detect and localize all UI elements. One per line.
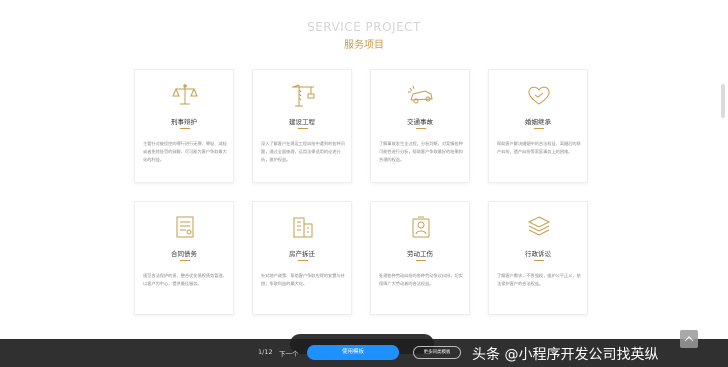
title-underline bbox=[416, 260, 426, 261]
title-underline bbox=[534, 260, 544, 261]
service-title: 建设工程 bbox=[289, 118, 315, 126]
section-title-en: SERVICE PROJECT bbox=[307, 20, 421, 34]
section-header: SERVICE PROJECT 服务项目 bbox=[0, 20, 728, 51]
title-underline bbox=[416, 128, 426, 129]
back-to-top-button[interactable] bbox=[680, 330, 698, 348]
next-button[interactable]: 下一个 bbox=[279, 348, 299, 358]
service-desc: 了解客户需求，不畏强权，维护公平正义，依法保护客户的合法权益。 bbox=[497, 273, 581, 286]
service-desc: 主要针对被侦控的罪行进行无罪、罪轻、减轻或者免除处罚的辩解，尽可能为客户争取最大… bbox=[143, 141, 227, 162]
more-templates-button[interactable]: 更多同类模板 bbox=[413, 346, 461, 359]
heart-hands-icon bbox=[525, 82, 553, 108]
service-title: 劳动工伤 bbox=[407, 250, 433, 258]
service-card[interactable]: 刑事辩护 主要针对被侦控的罪行进行无罪、罪轻、减轻或者免除处罚的辩解，尽可能为客… bbox=[134, 69, 234, 183]
title-underline bbox=[298, 128, 308, 129]
section-title-cn: 服务项目 bbox=[344, 40, 384, 51]
service-desc: 了解事故发生全过程，分析判断，对案情各种可能性进行分析，帮助客户争取最好的结果和… bbox=[379, 141, 463, 162]
service-title: 行政诉讼 bbox=[525, 250, 551, 258]
crane-icon bbox=[289, 82, 317, 108]
service-desc: 针对地产政策、帮助客户争取应得的安置与补偿，争取利益的最大化。 bbox=[261, 273, 345, 286]
bottom-toolbar: 1/12 下一个 使用模板 更多同类模板 头条 @小程序开发公司找英纵 bbox=[0, 339, 728, 367]
service-card[interactable]: 婚姻继承 帮助客户解决婚姻中的合法权益、离婚后的财产纠纷、遗产纠纷等家庭事务上的… bbox=[488, 69, 588, 183]
service-title: 交通事故 bbox=[407, 118, 433, 126]
page-indicator: 1/12 bbox=[258, 348, 273, 356]
service-card[interactable]: 合同债务 规范合法保护的债、整合优化债权债务管理，以客户为中心，提供最佳服务。 bbox=[134, 201, 234, 315]
service-card[interactable]: 房产拆迁 针对地产政策、帮助客户争取应得的安置与补偿，争取利益的最大化。 bbox=[252, 201, 352, 315]
service-desc: 深入了解客户在建设工程纠纷中遇到的各种问题，通过全面梳理，运用法律适用的论述分析… bbox=[261, 141, 345, 162]
service-title: 婚姻继承 bbox=[525, 118, 551, 126]
service-title: 合同债务 bbox=[171, 250, 197, 258]
title-underline bbox=[180, 128, 190, 129]
contract-icon bbox=[171, 214, 199, 240]
service-card[interactable]: 行政诉讼 了解客户需求，不畏强权，维护公平正义，依法保护客户的合法权益。 bbox=[488, 201, 588, 315]
service-card[interactable]: 交通事故 了解事故发生全过程，分析判断，对案情各种可能性进行分析，帮助客户争取最… bbox=[370, 69, 470, 183]
service-title: 刑事辩护 bbox=[171, 118, 197, 126]
service-title: 房产拆迁 bbox=[289, 250, 315, 258]
service-card[interactable]: 劳动工伤 处理各种劳动纠纷的各种劳动争议纠纷，切实保障广大劳动者的合法权益。 bbox=[370, 201, 470, 315]
building-icon bbox=[289, 214, 317, 240]
title-underline bbox=[298, 260, 308, 261]
arrow-up-icon bbox=[684, 336, 694, 342]
car-crash-icon bbox=[407, 82, 435, 108]
service-desc: 规范合法保护的债、整合优化债权债务管理，以客户为中心，提供最佳服务。 bbox=[143, 273, 227, 286]
worker-icon bbox=[407, 214, 435, 240]
scrollbar-thumb[interactable] bbox=[721, 84, 725, 118]
service-desc: 处理各种劳动纠纷的各种劳动争议纠纷，切实保障广大劳动者的合法权益。 bbox=[379, 273, 463, 286]
scales-icon bbox=[171, 82, 199, 108]
service-desc: 帮助客户解决婚姻中的合法权益、离婚后的财产纠纷、遗产纠纷等家庭事务上的困难。 bbox=[497, 141, 581, 154]
title-underline bbox=[180, 260, 190, 261]
service-card[interactable]: 建设工程 深入了解客户在建设工程纠纷中遇到的各种问题，通过全面梳理，运用法律适用… bbox=[252, 69, 352, 183]
layers-icon bbox=[525, 214, 553, 240]
use-template-button[interactable]: 使用模板 bbox=[307, 345, 399, 360]
watermark-text: 头条 @小程序开发公司找英纵 bbox=[472, 347, 659, 363]
title-underline bbox=[534, 128, 544, 129]
